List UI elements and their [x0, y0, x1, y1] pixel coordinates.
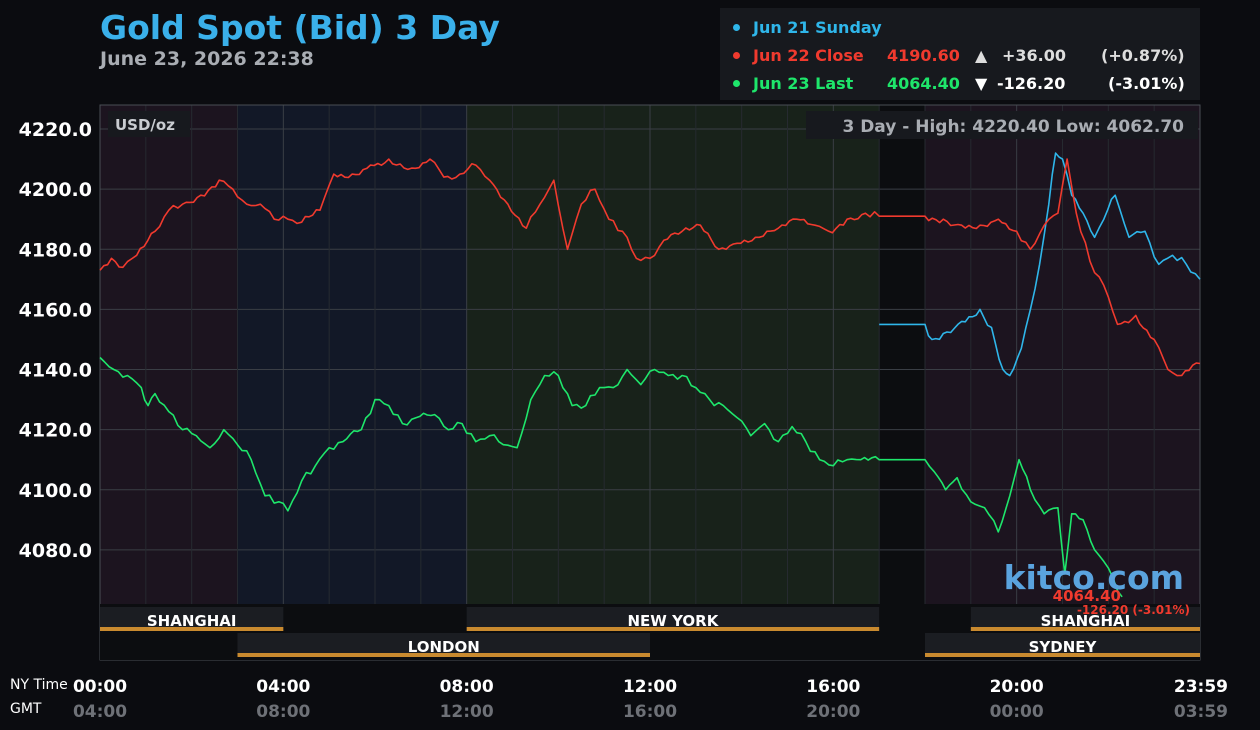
x-tick-ny: 23:59 [1174, 677, 1228, 697]
session-label: SHANGHAI [147, 612, 237, 630]
y-tick-label: 4200.0 [19, 179, 92, 201]
session-label: SYDNEY [1029, 638, 1098, 656]
x-tick-ny: 20:00 [990, 677, 1044, 697]
x-tick-gmt: 00:00 [990, 702, 1044, 722]
x-tick-ny: 00:00 [73, 677, 127, 697]
gold-price-chart: SHANGHAI NEW YORK SHANGHAILONDON SYDNEY 408… [10, 104, 1228, 722]
x-tick-gmt: 08:00 [256, 702, 310, 722]
y-tick-label: 4180.0 [19, 239, 92, 261]
last-change-label: -126.20 (-3.01%) [1077, 603, 1190, 617]
y-tick-label: 4100.0 [19, 480, 92, 502]
gmt-label: GMT [10, 701, 42, 717]
session-label: NEW YORK [628, 612, 720, 630]
x-tick-gmt: 20:00 [806, 702, 860, 722]
session-band [466, 105, 880, 604]
x-tick-ny: 04:00 [256, 677, 310, 697]
x-tick-gmt: 03:59 [1174, 702, 1228, 722]
y-tick-label: 4140.0 [19, 360, 92, 382]
y-tick-label: 4220.0 [19, 119, 92, 141]
session-band [237, 105, 467, 604]
high-low-label: 3 Day - High: 4220.40 Low: 4062.70 [842, 117, 1184, 137]
x-tick-gmt: 16:00 [623, 702, 677, 722]
x-tick-gmt: 04:00 [73, 702, 127, 722]
session-label: LONDON [408, 638, 480, 656]
x-tick-ny: 08:00 [440, 677, 494, 697]
x-tick-ny: 16:00 [806, 677, 860, 697]
y-tick-label: 4120.0 [19, 420, 92, 442]
x-tick-ny: 12:00 [623, 677, 677, 697]
unit-label: USD/oz [115, 116, 175, 134]
ny-time-label: NY Time [10, 677, 68, 693]
session-band [100, 105, 238, 604]
x-tick-gmt: 12:00 [440, 702, 494, 722]
y-tick-label: 4160.0 [19, 299, 92, 321]
y-tick-label: 4080.0 [19, 540, 92, 562]
session-band [879, 105, 925, 604]
